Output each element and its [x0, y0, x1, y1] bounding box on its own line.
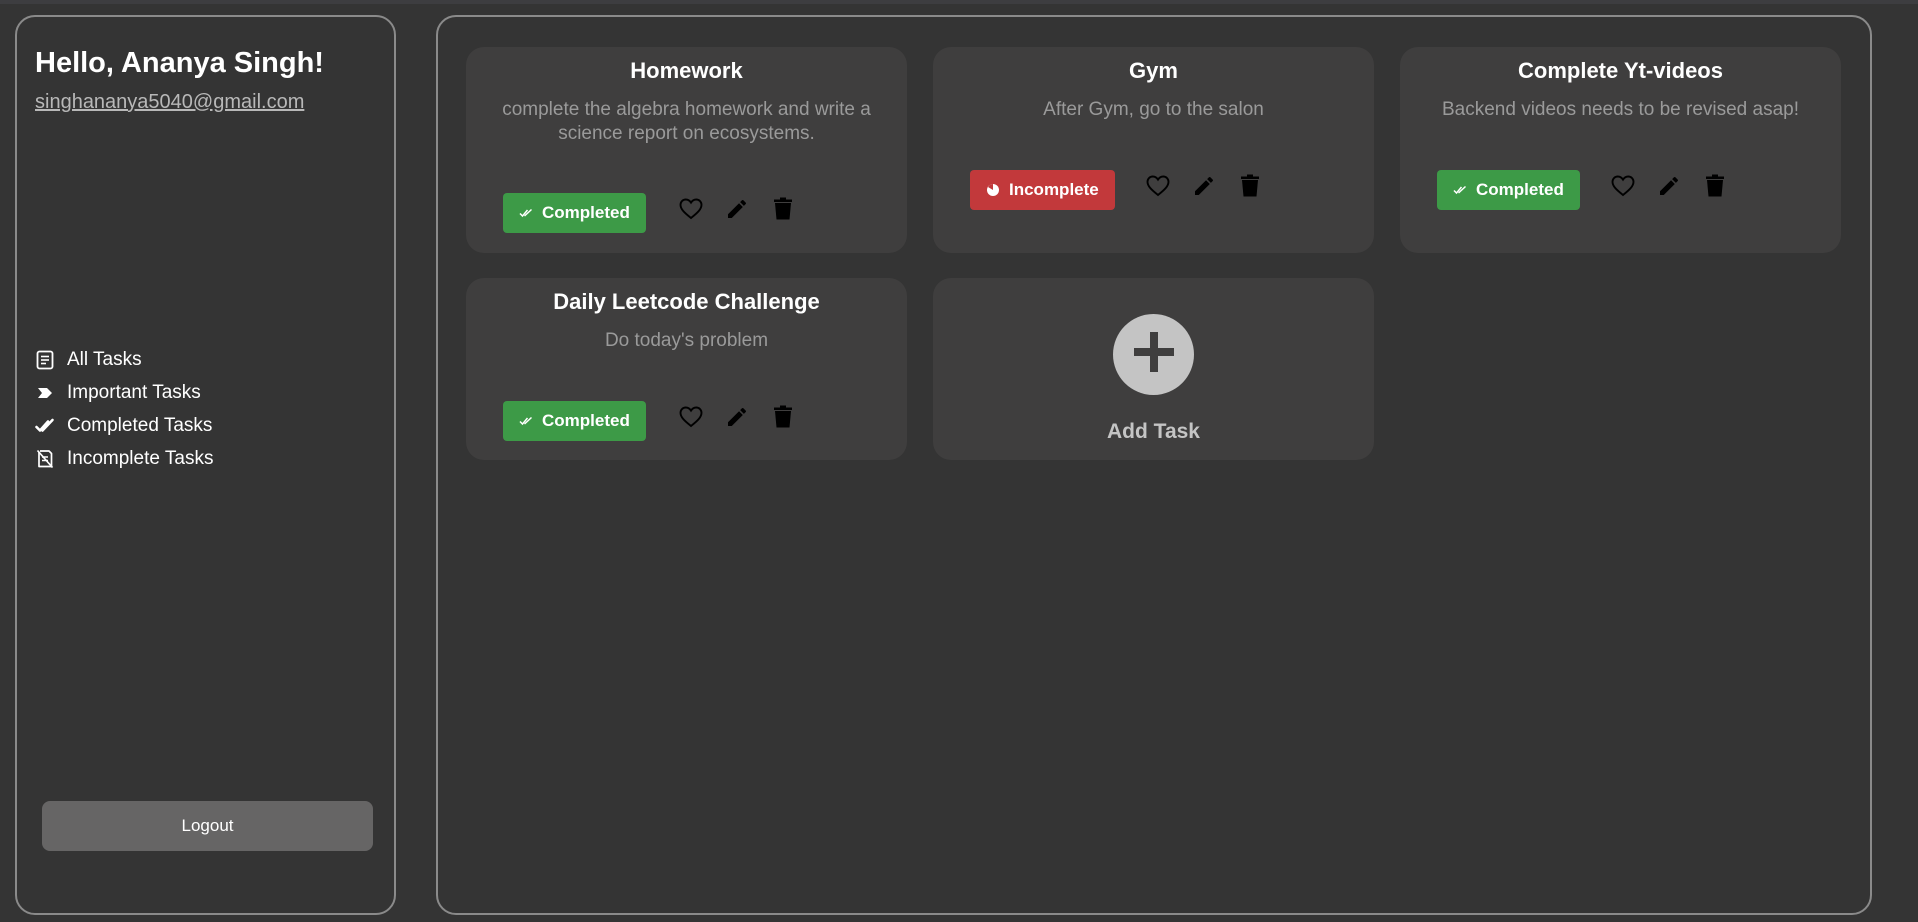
edit-pencil-icon[interactable]	[724, 196, 750, 222]
sidebar-item-label: Important Tasks	[67, 381, 201, 403]
sidebar-nav: All Tasks Important Tasks Completed Task…	[35, 343, 213, 475]
double-check-icon	[35, 416, 55, 436]
task-actions	[678, 404, 816, 430]
sidebar-item-all-tasks[interactable]: All Tasks	[35, 343, 213, 376]
plus-icon	[1131, 329, 1177, 380]
task-actions	[678, 196, 816, 222]
heart-icon[interactable]	[678, 404, 704, 430]
status-label: Completed	[1476, 180, 1564, 199]
add-task-button[interactable]	[1113, 314, 1194, 395]
task-description: Do today's problem	[604, 330, 769, 351]
trash-icon[interactable]	[1237, 173, 1263, 199]
label-arrow-icon	[35, 383, 55, 403]
sidebar-item-incomplete-tasks[interactable]: Incomplete Tasks	[35, 442, 213, 475]
double-check-icon	[1453, 185, 1467, 195]
trash-icon[interactable]	[1702, 173, 1728, 199]
logout-button[interactable]: Logout	[42, 801, 373, 851]
task-board: Homework complete the algebra homework a…	[436, 15, 1872, 915]
add-task-label: Add Task	[1107, 420, 1200, 443]
sidebar-item-label: Incomplete Tasks	[67, 447, 214, 469]
task-description: After Gym, go to the salon	[1043, 99, 1264, 120]
double-check-icon	[519, 416, 533, 426]
task-card: Homework complete the algebra homework a…	[466, 47, 907, 253]
pie-progress-icon	[986, 183, 1000, 197]
status-label: Completed	[542, 203, 630, 222]
add-task-card[interactable]: Add Task	[933, 278, 1374, 460]
status-completed-button[interactable]: Completed	[503, 401, 646, 441]
note-off-icon	[35, 449, 55, 469]
heart-icon[interactable]	[1610, 173, 1636, 199]
status-completed-button[interactable]: Completed	[1437, 170, 1580, 210]
notes-icon	[35, 350, 55, 370]
window-top-strip	[0, 0, 1918, 4]
task-card: Complete Yt-videos Backend videos needs …	[1400, 47, 1841, 253]
sidebar-item-label: Completed Tasks	[67, 414, 213, 436]
task-card: Daily Leetcode Challenge Do today's prob…	[466, 278, 907, 460]
edit-pencil-icon[interactable]	[1656, 173, 1682, 199]
task-title: Gym	[1129, 58, 1178, 83]
task-actions	[1145, 173, 1283, 199]
task-description: Backend videos needs to be revised asap!	[1441, 99, 1799, 120]
sidebar-item-important-tasks[interactable]: Important Tasks	[35, 376, 213, 409]
task-title: Complete Yt-videos	[1518, 58, 1723, 83]
task-title: Homework	[630, 58, 743, 83]
sidebar-item-label: All Tasks	[67, 348, 142, 370]
status-incomplete-button[interactable]: Incomplete	[970, 170, 1115, 210]
status-label: Incomplete	[1009, 180, 1099, 199]
double-check-icon	[519, 208, 533, 218]
heart-icon[interactable]	[1145, 173, 1171, 199]
task-card: Gym After Gym, go to the salon Incomplet…	[933, 47, 1374, 253]
status-completed-button[interactable]: Completed	[503, 193, 646, 233]
task-actions	[1610, 173, 1748, 199]
edit-pencil-icon[interactable]	[1191, 173, 1217, 199]
task-title: Daily Leetcode Challenge	[553, 289, 820, 314]
sidebar: Hello, Ananya Singh! singhananya5040@gma…	[15, 15, 396, 915]
greeting: Hello, Ananya Singh!	[35, 47, 324, 79]
edit-pencil-icon[interactable]	[724, 404, 750, 430]
task-description: complete the algebra homework and write …	[502, 99, 871, 144]
user-email-link[interactable]: singhananya5040@gmail.com	[35, 91, 304, 114]
status-label: Completed	[542, 411, 630, 430]
heart-icon[interactable]	[678, 196, 704, 222]
trash-icon[interactable]	[770, 404, 796, 430]
sidebar-item-completed-tasks[interactable]: Completed Tasks	[35, 409, 213, 442]
trash-icon[interactable]	[770, 196, 796, 222]
